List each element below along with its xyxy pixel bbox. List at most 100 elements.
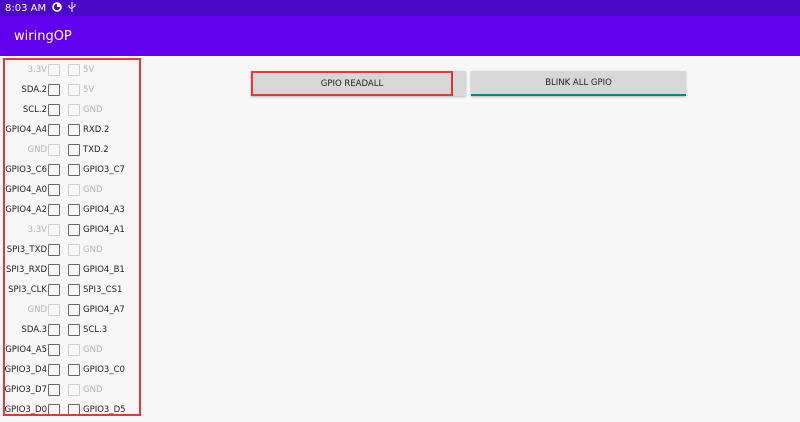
pin-label-right: GPIO3_D5: [83, 405, 126, 415]
gpio-readall-button[interactable]: GPIO READALL: [251, 71, 453, 96]
status-bar: 8:03 AM: [0, 0, 800, 16]
blink-all-gpio-button[interactable]: BLINK ALL GPIO: [471, 71, 686, 96]
pin-row: SCL.2 GND: [5, 100, 139, 120]
pin-checkbox-left[interactable]: [48, 84, 60, 96]
pin-label-left: SDA.3: [21, 325, 47, 335]
pin-checkbox-left[interactable]: [48, 364, 60, 376]
pin-checkbox-left[interactable]: [48, 264, 60, 276]
pin-checkbox-right: [68, 344, 80, 356]
pin-checkbox-right[interactable]: [68, 324, 80, 336]
pin-row: GPIO3_D4 GPIO3_C0: [5, 360, 139, 380]
pin-checkbox-right[interactable]: [68, 404, 80, 414]
pin-label-right: GND: [83, 345, 103, 355]
pin-row: GPIO3_D7 GND: [5, 380, 139, 400]
pin-checkbox-right[interactable]: [68, 284, 80, 296]
pin-row: GND TXD.2: [5, 140, 139, 160]
app-bar: wiringOP: [0, 16, 800, 56]
pin-label-left: GPIO3_D7: [4, 385, 47, 395]
gpio-pin-list[interactable]: 3.3V 5V SDA.2 5V SCL.2 GND GPIO4_A4 RXD.2 GND TXD…: [3, 58, 141, 416]
pin-label-right: GPIO3_C7: [83, 165, 125, 175]
pin-checkbox-left[interactable]: [48, 204, 60, 216]
pin-checkbox-left: [48, 64, 60, 76]
pin-label-right: RXD.2: [83, 125, 110, 135]
pin-label-right: 5V: [83, 85, 95, 95]
pin-label-right: GPIO3_C0: [83, 365, 125, 375]
pin-row: SPI3_TXD GND: [5, 240, 139, 260]
pin-row: GPIO3_D0 GPIO3_D5: [4, 400, 139, 415]
pin-label-left: SPI3_CLK: [8, 285, 47, 295]
pin-label-left: GPIO3_D0: [4, 405, 47, 415]
pin-checkbox-right[interactable]: [68, 264, 80, 276]
pin-checkbox-left[interactable]: [48, 384, 60, 396]
pin-checkbox-left: [48, 304, 60, 316]
pin-label-left: GPIO3_C6: [5, 165, 47, 175]
app-title: wiringOP: [14, 28, 72, 44]
pin-checkbox-left[interactable]: [48, 184, 60, 196]
pin-checkbox-left: [48, 224, 60, 236]
pin-checkbox-left[interactable]: [48, 164, 60, 176]
pin-label-right: SPI3_CS1: [83, 285, 123, 295]
pin-row: 3.3V 5V: [5, 60, 139, 80]
pin-row: SDA.2 5V: [5, 80, 139, 100]
pin-checkbox-right[interactable]: [68, 364, 80, 376]
pin-row: GPIO3_C6 GPIO3_C7: [5, 160, 139, 180]
pin-label-left: GPIO4_A4: [5, 125, 47, 135]
pin-checkbox-right[interactable]: [68, 304, 80, 316]
pin-checkbox-right: [68, 384, 80, 396]
pin-row: GND GPIO4_A7: [5, 300, 139, 320]
pin-row: GPIO4_A5 GND: [5, 340, 139, 360]
pin-label-left: SPI3_RXD: [6, 265, 47, 275]
pin-row: GPIO4_A4 RXD.2: [5, 120, 139, 140]
pin-label-right: GND: [83, 105, 103, 115]
pin-label-left: 3.3V: [27, 65, 47, 75]
pin-checkbox-right[interactable]: [68, 164, 80, 176]
pin-checkbox-right[interactable]: [68, 124, 80, 136]
pin-label-right: GPIO4_B1: [83, 265, 125, 275]
pin-checkbox-left[interactable]: [48, 124, 60, 136]
pin-checkbox-right: [68, 244, 80, 256]
pin-label-left: 3.3V: [27, 225, 47, 235]
pin-checkbox-right: [68, 104, 80, 116]
pin-label-left: GPIO4_A0: [5, 185, 47, 195]
pin-label-right: 5V: [83, 65, 95, 75]
pin-checkbox-left[interactable]: [48, 244, 60, 256]
pin-checkbox-left[interactable]: [48, 404, 60, 414]
pin-label-right: TXD.2: [83, 145, 109, 155]
pin-label-right: GPIO4_A7: [83, 305, 125, 315]
pin-label-right: SCL.3: [83, 325, 108, 335]
pin-checkbox-left: [48, 144, 60, 156]
pin-row: SDA.3 SCL.3: [5, 320, 139, 340]
pin-label-left: GPIO4_A5: [5, 345, 47, 355]
pin-checkbox-right: [68, 184, 80, 196]
pin-label-right: GPIO4_A1: [83, 225, 125, 235]
pin-label-left: GPIO4_A2: [5, 205, 47, 215]
pin-label-right: GND: [83, 385, 103, 395]
pin-row: GPIO4_A0 GND: [5, 180, 139, 200]
pin-row: SPI3_RXD GPIO4_B1: [5, 260, 139, 280]
pin-checkbox-right[interactable]: [68, 224, 80, 236]
data-saver-icon: [52, 1, 62, 15]
pin-checkbox-left[interactable]: [48, 284, 60, 296]
usb-icon: [68, 1, 76, 15]
pin-label-right: GND: [83, 245, 103, 255]
pin-checkbox-right[interactable]: [68, 204, 80, 216]
pin-checkbox-left[interactable]: [48, 344, 60, 356]
pin-row: 3.3V GPIO4_A1: [5, 220, 139, 240]
status-time: 8:03 AM: [5, 2, 47, 14]
button-spacer: [453, 71, 466, 96]
pin-label-left: GPIO3_D4: [4, 365, 47, 375]
pin-row: SPI3_CLK SPI3_CS1: [5, 280, 139, 300]
pin-label-left: SPI3_TXD: [6, 245, 47, 255]
pin-label-left: SCL.2: [22, 105, 47, 115]
pin-label-left: GND: [27, 145, 48, 155]
pin-row: GPIO4_A2 GPIO4_A3: [5, 200, 139, 220]
pin-checkbox-right[interactable]: [68, 144, 80, 156]
pin-checkbox-right: [68, 84, 80, 96]
pin-checkbox-right: [68, 64, 80, 76]
pin-label-right: GPIO4_A3: [83, 205, 125, 215]
pin-checkbox-left[interactable]: [48, 324, 60, 336]
pin-checkbox-left[interactable]: [48, 104, 60, 116]
pin-label-left: GND: [27, 305, 48, 315]
pin-label-left: SDA.2: [21, 85, 47, 95]
pin-label-right: GND: [83, 185, 103, 195]
